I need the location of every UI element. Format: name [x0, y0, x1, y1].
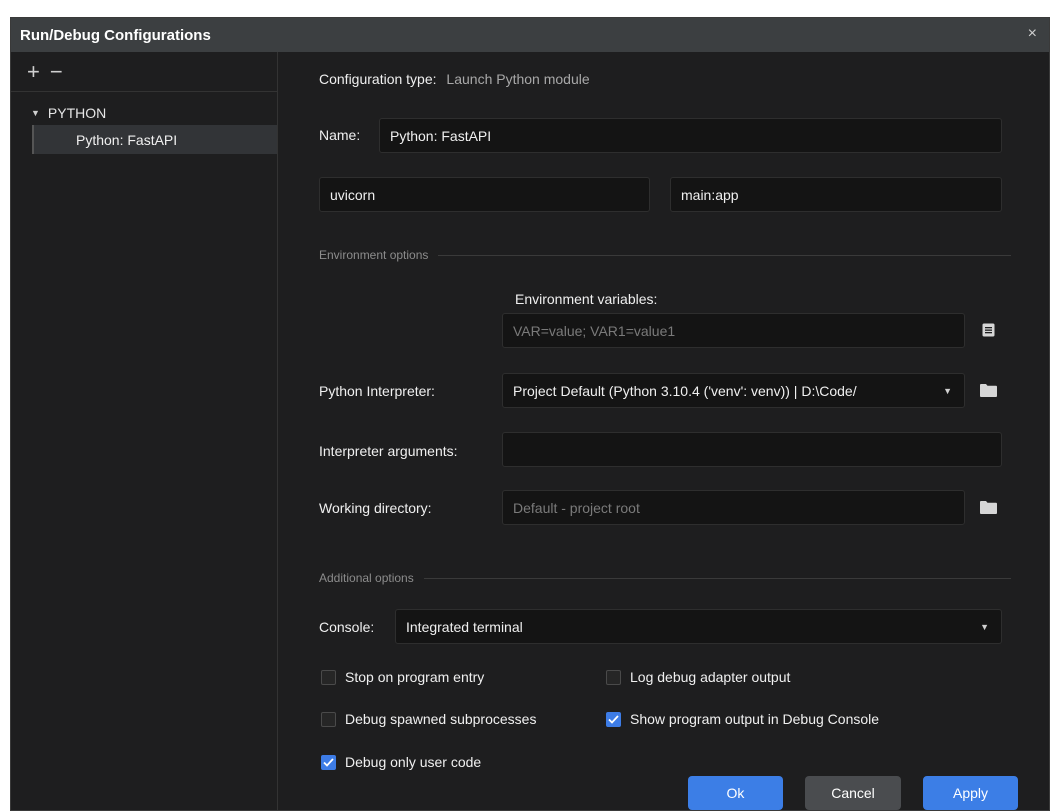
caret-down-icon: ▼ — [31, 108, 40, 118]
cancel-button[interactable]: Cancel — [805, 776, 901, 810]
module-input[interactable] — [319, 177, 650, 212]
section-title: Environment options — [319, 248, 429, 262]
checkbox-box — [321, 754, 336, 770]
configuration-type-label: Configuration type: — [319, 71, 437, 87]
console-value: Integrated terminal — [406, 618, 523, 635]
stop-on-entry-checkbox[interactable]: Stop on program entry — [321, 669, 484, 685]
working-directory-input[interactable] — [502, 490, 965, 525]
additional-options-section: Additional options — [319, 570, 1011, 586]
checkbox-box — [321, 669, 336, 685]
checkbox-label: Debug only user code — [345, 754, 482, 770]
edit-env-list-icon[interactable] — [979, 321, 997, 339]
interpreter-arguments-label: Interpreter arguments: — [319, 443, 458, 459]
console-label: Console: — [319, 619, 375, 635]
dialog-titlebar: Run/Debug Configurations × — [11, 18, 1049, 52]
dialog-title: Run/Debug Configurations — [20, 26, 211, 44]
browse-interpreter-folder-icon[interactable] — [979, 381, 997, 399]
add-configuration-icon[interactable]: + — [27, 60, 40, 83]
show-output-debug-console-checkbox[interactable]: Show program output in Debug Console — [606, 711, 879, 727]
section-divider — [423, 577, 1011, 579]
name-input[interactable] — [379, 118, 1002, 153]
run-debug-dialog: Run/Debug Configurations × + − ▼ PYTHON … — [10, 17, 1050, 811]
tree-group-python[interactable]: ▼ PYTHON — [11, 101, 277, 125]
environment-variables-label: Environment variables: — [515, 291, 658, 307]
environment-options-section: Environment options — [319, 247, 1011, 263]
checkbox-label: Debug spawned subprocesses — [345, 711, 537, 727]
checkbox-label: Log debug adapter output — [630, 669, 791, 685]
module-args-input[interactable] — [670, 177, 1002, 212]
section-title: Additional options — [319, 571, 414, 585]
debug-subprocesses-checkbox[interactable]: Debug spawned subprocesses — [321, 711, 536, 727]
sidebar-toolbar: + − — [11, 52, 277, 92]
configuration-type-row: Configuration type: Launch Python module — [319, 71, 590, 87]
close-icon[interactable]: × — [1028, 25, 1037, 43]
configuration-type-value: Launch Python module — [446, 71, 590, 87]
configurations-sidebar: + − ▼ PYTHON Python: FastAPI — [11, 52, 278, 810]
checkmark-icon — [608, 714, 619, 724]
python-interpreter-value: Project Default (Python 3.10.4 ('venv': … — [513, 382, 857, 399]
environment-variables-input[interactable] — [502, 313, 965, 348]
chevron-down-icon: ▼ — [943, 385, 952, 396]
python-interpreter-select[interactable]: Project Default (Python 3.10.4 ('venv': … — [502, 373, 965, 408]
debug-user-code-checkbox[interactable]: Debug only user code — [321, 754, 481, 770]
tree-item-python-fastapi[interactable]: Python: FastAPI — [32, 125, 277, 154]
apply-button[interactable]: Apply — [923, 776, 1018, 810]
checkmark-icon — [323, 757, 334, 767]
section-divider — [438, 254, 1011, 256]
tree-item-label: Python: FastAPI — [76, 131, 178, 148]
ok-button[interactable]: Ok — [688, 776, 783, 810]
checkbox-label: Stop on program entry — [345, 669, 485, 685]
checkbox-box — [606, 669, 621, 685]
console-select[interactable]: Integrated terminal ▼ — [395, 609, 1002, 644]
working-directory-label: Working directory: — [319, 500, 432, 516]
interpreter-arguments-input[interactable] — [502, 432, 1002, 467]
name-label: Name: — [319, 127, 361, 143]
tree-group-label: PYTHON — [47, 105, 107, 121]
remove-configuration-icon[interactable]: − — [50, 60, 63, 83]
browse-working-directory-folder-icon[interactable] — [979, 498, 997, 516]
checkbox-box — [606, 711, 621, 727]
python-interpreter-label: Python Interpreter: — [319, 383, 435, 399]
configuration-form: Configuration type: Launch Python module… — [279, 52, 1049, 810]
checkbox-label: Show program output in Debug Console — [630, 711, 880, 727]
checkbox-box — [321, 711, 336, 727]
chevron-down-icon: ▼ — [980, 621, 989, 632]
log-debug-adapter-checkbox[interactable]: Log debug adapter output — [606, 669, 790, 685]
